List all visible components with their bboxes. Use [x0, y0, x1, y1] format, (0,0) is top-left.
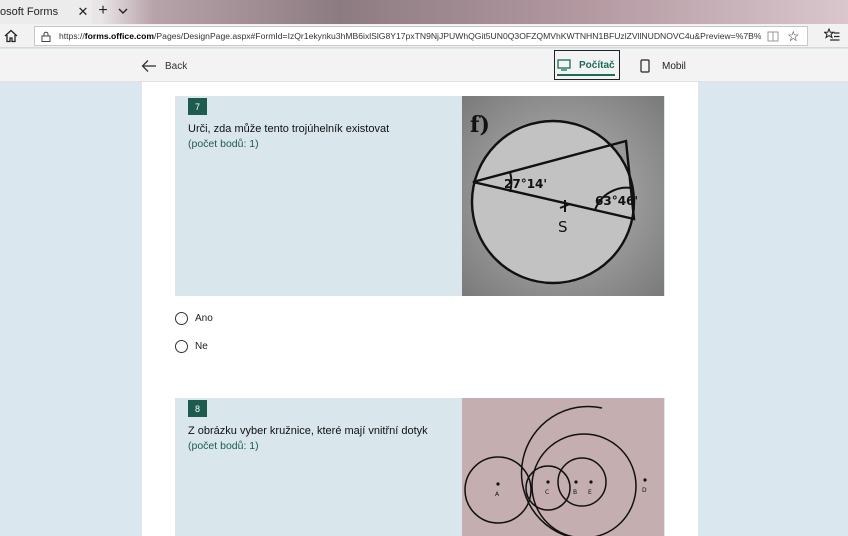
- question-image: f) 27°14' 63°46' S: [462, 96, 664, 296]
- question-number: 8: [188, 400, 207, 417]
- preview-toolbar: Back Počítač Mobil: [0, 49, 848, 82]
- option-ano[interactable]: Ano: [175, 310, 213, 326]
- triangle-in-circle-image: f) 27°14' 63°46' S: [462, 96, 664, 296]
- image-label-d: D: [642, 487, 647, 494]
- circles-image: A C B E D: [462, 398, 664, 536]
- favorites-icon[interactable]: [824, 28, 840, 42]
- option-label: Ano: [195, 312, 213, 324]
- mobile-preview-button[interactable]: Mobil: [640, 57, 686, 75]
- url-text: https://forms.office.com/Pages/DesignPag…: [59, 31, 761, 41]
- active-tab-indicator: [557, 74, 615, 76]
- image-label-e: E: [588, 489, 592, 496]
- mobile-label: Mobil: [662, 60, 686, 72]
- reading-view-icon[interactable]: [767, 31, 779, 42]
- home-icon[interactable]: [4, 29, 18, 43]
- question-title: Urči, zda může tento trojúhelník existov…: [188, 123, 390, 135]
- star-icon[interactable]: ☆: [787, 28, 800, 45]
- question-points: (počet bodů: 1): [188, 138, 259, 150]
- question-title: Z obrázku vyber kružnice, které mají vni…: [188, 425, 428, 437]
- browser-tab-strip: osoft Forms ✕ +: [0, 0, 848, 24]
- option-label: Ne: [195, 340, 208, 352]
- image-label-b: B: [573, 489, 577, 496]
- chevron-down-icon[interactable]: [117, 4, 129, 18]
- image-center-label: S: [558, 218, 568, 236]
- desktop-label: Počítač: [579, 59, 615, 71]
- tab-title: osoft Forms: [0, 6, 59, 18]
- question-points: (počet bodů: 1): [188, 440, 259, 452]
- browser-tab[interactable]: osoft Forms ✕: [0, 0, 92, 24]
- question-image: A C B E D: [462, 398, 664, 536]
- form-sheet: 7 Urči, zda může tento trojúhelník exist…: [142, 82, 698, 536]
- back-button[interactable]: Back: [141, 57, 187, 75]
- question-8: 8 Z obrázku vyber kružnice, které mají v…: [175, 398, 665, 536]
- url-input[interactable]: https://forms.office.com/Pages/DesignPag…: [34, 26, 808, 46]
- close-icon[interactable]: ✕: [77, 4, 89, 20]
- image-angle-2: 63°46': [595, 194, 638, 208]
- arrow-left-icon: [141, 60, 156, 72]
- lock-icon[interactable]: [41, 31, 51, 42]
- image-part-label: f): [470, 112, 490, 138]
- desktop-preview-button[interactable]: Počítač: [554, 50, 620, 80]
- address-bar: https://forms.office.com/Pages/DesignPag…: [0, 24, 848, 48]
- question-number: 7: [188, 98, 207, 115]
- option-ne[interactable]: Ne: [175, 338, 208, 354]
- back-label: Back: [165, 60, 188, 72]
- image-angle-1: 27°14': [504, 177, 547, 191]
- phone-icon: [640, 59, 650, 73]
- radio-button[interactable]: [175, 339, 188, 353]
- radio-button[interactable]: [175, 311, 188, 325]
- monitor-icon: [557, 59, 571, 71]
- new-tab-icon[interactable]: +: [96, 2, 110, 20]
- image-label-c: C: [545, 489, 549, 496]
- question-7: 7 Urči, zda může tento trojúhelník exist…: [175, 96, 665, 296]
